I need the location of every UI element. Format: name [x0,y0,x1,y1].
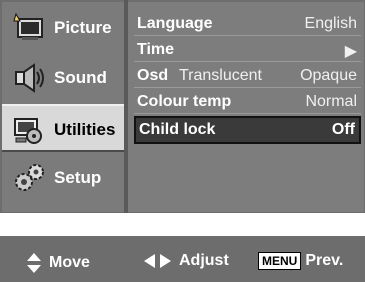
move-hint: Move [26,252,90,274]
child-lock-row[interactable]: Child lock Off [134,116,361,144]
footer-hints: Move Adjust MENU Prev. [0,236,365,282]
sidebar-item-label: Utilities [54,120,116,139]
sidebar-item-utilities[interactable]: Utilities [2,104,124,152]
osd-option-translucent[interactable]: Translucent [179,67,262,85]
sidebar: Picture Sound Utilities Setup [2,2,124,212]
sidebar-item-setup[interactable]: Setup [2,154,124,202]
time-row[interactable]: Time ▶ [134,38,361,62]
adjust-hint: Adjust [143,252,229,270]
left-right-arrows-icon [144,254,171,268]
osd-menu: Picture Sound Utilities Setup Language E… [0,0,365,213]
arrow-right-icon: ▶ [344,43,357,60]
move-label: Move [49,254,90,271]
sidebar-item-label: Sound [54,68,107,87]
menu-key: MENU [258,252,302,270]
utilities-icon [12,114,46,146]
osd-option-opaque[interactable]: Opaque [300,67,357,85]
setting-label: Colour temp [137,93,232,110]
prev-label: Prev. [305,252,344,269]
sidebar-item-picture[interactable]: Picture [2,4,124,52]
sidebar-item-label: Setup [54,168,102,187]
setting-value: Normal [305,93,357,110]
setting-value: Off [331,121,355,138]
language-row[interactable]: Language English [134,12,361,36]
sidebar-item-label: Picture [54,18,112,37]
up-down-arrows-icon [27,253,41,273]
setting-label: Language [137,15,213,32]
speaker-icon [12,62,46,94]
setting-label: Time [137,41,175,58]
gears-icon [12,162,46,194]
colour-temp-row[interactable]: Colour temp Normal [134,90,361,114]
setting-label: Child lock [139,121,216,138]
setting-value: English [304,15,357,32]
adjust-label: Adjust [179,252,229,269]
settings-panel: Language English Time ▶ Osd Translucent … [128,2,364,212]
prev-hint: MENU Prev. [258,252,343,270]
sidebar-item-sound[interactable]: Sound [2,54,124,102]
osd-row[interactable]: Osd Translucent Opaque [134,64,361,88]
picture-icon [12,12,46,44]
setting-label: Osd [137,67,169,84]
